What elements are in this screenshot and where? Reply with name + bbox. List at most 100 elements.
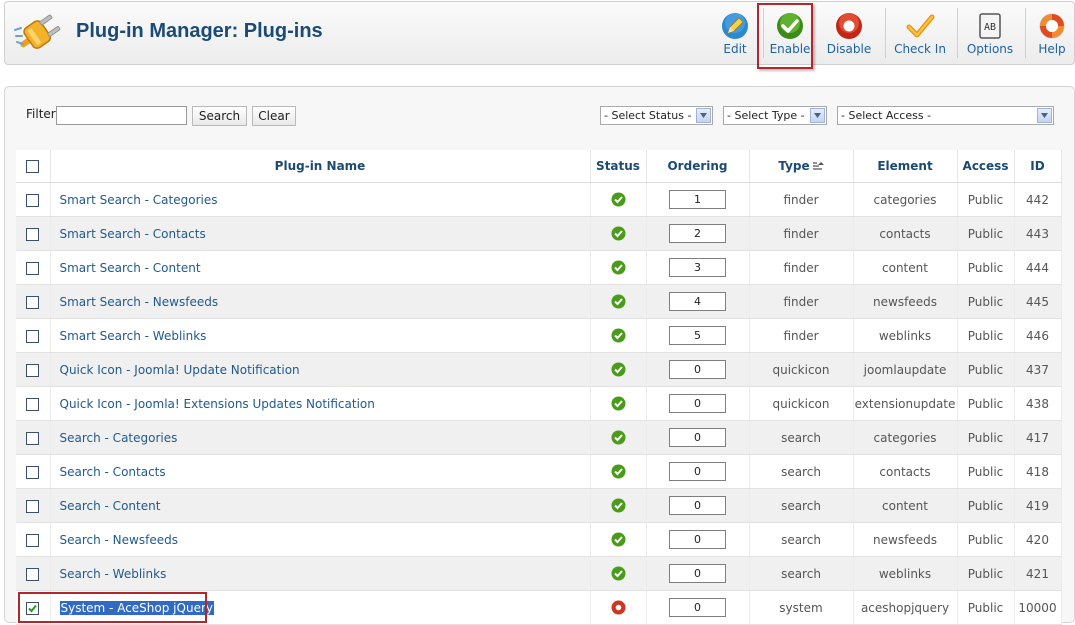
enabled-check-icon[interactable] bbox=[611, 498, 626, 513]
plugin-name-link[interactable]: Search - Weblinks bbox=[60, 567, 167, 581]
ordering-cell: 0 bbox=[646, 386, 750, 421]
row-checkbox[interactable] bbox=[26, 397, 40, 411]
ordering-input[interactable]: 0 bbox=[669, 598, 726, 617]
check-in-label: Check In bbox=[894, 42, 946, 56]
help-button[interactable]: Help bbox=[1029, 2, 1075, 64]
enabled-check-icon[interactable] bbox=[611, 430, 626, 445]
plugin-name-cell: Smart Search - Contacts bbox=[50, 216, 591, 251]
enabled-check-icon[interactable] bbox=[611, 532, 626, 547]
options-button[interactable]: AB Options bbox=[963, 2, 1017, 64]
toolbar-divider bbox=[1025, 8, 1026, 58]
table-header-row: Plug-in Name Status Ordering Type Elemen… bbox=[16, 150, 1062, 183]
type-cell: search bbox=[749, 556, 854, 591]
status-cell bbox=[590, 488, 647, 523]
ordering-input[interactable]: 1 bbox=[669, 190, 726, 209]
ordering-input[interactable]: 5 bbox=[669, 326, 726, 345]
table-row: Search - Newsfeeds 0 search newsfeeds Public… bbox=[16, 522, 1062, 557]
enabled-check-icon[interactable] bbox=[611, 328, 626, 343]
enabled-check-icon[interactable] bbox=[611, 464, 626, 479]
plugin-name-link[interactable]: Search - Content bbox=[60, 499, 161, 513]
ordering-input[interactable]: 0 bbox=[669, 394, 726, 413]
row-checkbox[interactable] bbox=[26, 329, 40, 343]
type-cell: finder bbox=[749, 284, 854, 319]
id-cell: 442 bbox=[1014, 182, 1062, 217]
plugin-name-link[interactable]: Smart Search - Content bbox=[60, 261, 201, 275]
plugin-name-link[interactable]: Smart Search - Categories bbox=[60, 193, 218, 207]
enable-highlight-box bbox=[757, 3, 813, 69]
plugin-name-link[interactable]: Search - Newsfeeds bbox=[60, 533, 178, 547]
column-header-element[interactable]: Element bbox=[853, 150, 958, 183]
plugin-name-link[interactable]: Quick Icon - Joomla! Extensions Updates … bbox=[60, 397, 375, 411]
ordering-input[interactable]: 3 bbox=[669, 258, 726, 277]
element-cell: categories bbox=[853, 182, 958, 217]
plugin-name-link[interactable]: Search - Categories bbox=[60, 431, 178, 445]
ordering-input[interactable]: 0 bbox=[669, 360, 726, 379]
ordering-input[interactable]: 4 bbox=[669, 292, 726, 311]
row-checkbox[interactable] bbox=[26, 499, 40, 513]
row-checkbox[interactable] bbox=[26, 261, 40, 275]
clear-button[interactable]: Clear bbox=[252, 106, 296, 126]
row-checkbox[interactable] bbox=[26, 193, 40, 207]
edit-button[interactable]: Edit bbox=[710, 2, 760, 64]
ordering-input[interactable]: 0 bbox=[669, 530, 726, 549]
column-header-ordering[interactable]: Ordering bbox=[646, 150, 750, 183]
check-in-button[interactable]: Check In bbox=[891, 2, 949, 64]
plugin-name-cell: Smart Search - Weblinks bbox=[50, 318, 591, 353]
row-checkbox[interactable] bbox=[26, 227, 40, 241]
select-access-dropdown[interactable]: - Select Access - bbox=[837, 106, 1054, 125]
status-cell bbox=[590, 556, 647, 591]
plugin-name-link[interactable]: Smart Search - Contacts bbox=[60, 227, 206, 241]
column-header-access[interactable]: Access bbox=[957, 150, 1015, 183]
disable-button[interactable]: Disable bbox=[823, 2, 875, 64]
search-button[interactable]: Search bbox=[192, 106, 247, 126]
row-checkbox[interactable] bbox=[26, 533, 40, 547]
column-header-status[interactable]: Status bbox=[590, 150, 647, 183]
plugin-name-cell: Smart Search - Categories bbox=[50, 182, 591, 217]
chevron-down-icon bbox=[696, 108, 711, 123]
row-checkbox[interactable] bbox=[26, 363, 40, 377]
plugin-name-cell: Search - Content bbox=[50, 488, 591, 523]
enabled-check-icon[interactable] bbox=[611, 396, 626, 411]
access-cell: Public bbox=[957, 420, 1015, 455]
ordering-input[interactable]: 0 bbox=[669, 496, 726, 515]
column-header-type[interactable]: Type bbox=[749, 150, 854, 183]
ordering-input[interactable]: 0 bbox=[669, 462, 726, 481]
select-type-dropdown[interactable]: - Select Type - bbox=[723, 106, 827, 125]
disabled-dot-icon[interactable] bbox=[611, 600, 626, 615]
filter-search-input[interactable] bbox=[56, 106, 187, 125]
ordering-input[interactable]: 0 bbox=[669, 564, 726, 583]
enabled-check-icon[interactable] bbox=[611, 192, 626, 207]
ordering-cell: 4 bbox=[646, 284, 750, 319]
plugin-name-link[interactable]: Quick Icon - Joomla! Update Notification bbox=[60, 363, 300, 377]
id-cell: 437 bbox=[1014, 352, 1062, 387]
row-checkbox-cell bbox=[16, 250, 51, 285]
row-checkbox[interactable] bbox=[26, 567, 40, 581]
table-row: Smart Search - Newsfeeds 4 finder newsfeeds… bbox=[16, 284, 1062, 319]
plugin-name-link[interactable]: Smart Search - Newsfeeds bbox=[60, 295, 219, 309]
row-checkbox[interactable] bbox=[26, 465, 40, 479]
row-checkbox[interactable] bbox=[26, 295, 40, 309]
enabled-check-icon[interactable] bbox=[611, 226, 626, 241]
element-cell: content bbox=[853, 488, 958, 523]
column-header-id[interactable]: ID bbox=[1014, 150, 1062, 183]
enabled-check-icon[interactable] bbox=[611, 566, 626, 581]
column-header-name[interactable]: Plug-in Name bbox=[50, 150, 591, 183]
select-all-checkbox[interactable] bbox=[26, 160, 40, 173]
enabled-check-icon[interactable] bbox=[611, 294, 626, 309]
type-cell: finder bbox=[749, 216, 854, 251]
enabled-check-icon[interactable] bbox=[611, 362, 626, 377]
ordering-input[interactable]: 2 bbox=[669, 224, 726, 243]
ordering-input[interactable]: 0 bbox=[669, 428, 726, 447]
plugin-name-link[interactable]: Search - Contacts bbox=[60, 465, 166, 479]
plugin-name-link[interactable]: Smart Search - Weblinks bbox=[60, 329, 207, 343]
table-row: Smart Search - Contacts 2 finder contacts Pu… bbox=[16, 216, 1062, 251]
enabled-check-icon[interactable] bbox=[611, 260, 626, 275]
options-label: Options bbox=[966, 42, 1014, 56]
plugin-name-cell: Smart Search - Newsfeeds bbox=[50, 284, 591, 319]
select-all-header bbox=[16, 150, 51, 183]
row-checkbox[interactable] bbox=[26, 431, 40, 445]
select-status-dropdown[interactable]: - Select Status - bbox=[600, 106, 713, 125]
options-icon-text: AB bbox=[984, 22, 996, 33]
select-type-value: - Select Type - bbox=[727, 109, 805, 122]
select-status-value: - Select Status - bbox=[604, 109, 692, 122]
